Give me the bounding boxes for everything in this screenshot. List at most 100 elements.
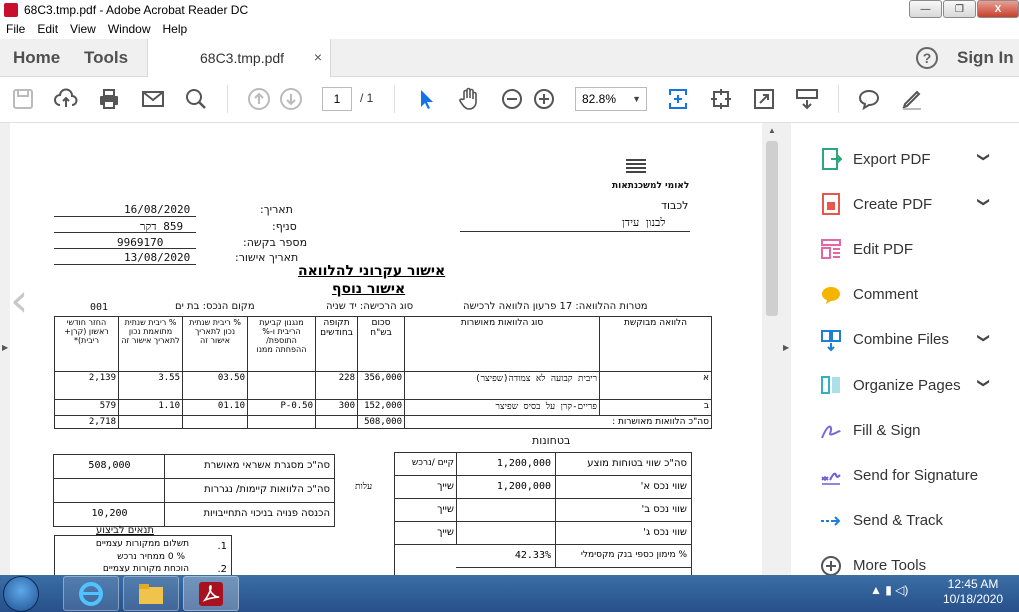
right-panel-grip[interactable]: ▶: [782, 123, 791, 575]
organize-pages-icon: [821, 376, 840, 394]
collateral-box: סה"כ שווי בטוחות מוצע 1,200,000 קיים /נר…: [355, 452, 692, 575]
ltv-label: % מימון כספי בנק מקסימלי: [555, 545, 691, 568]
start-button[interactable]: [3, 576, 39, 612]
internet-explorer-icon[interactable]: [63, 576, 119, 611]
approval-date-value: 13/08/2020: [124, 251, 191, 264]
scroll-up-icon[interactable]: ▲: [768, 126, 776, 135]
rotate-view-icon[interactable]: [708, 87, 734, 111]
tab-document[interactable]: 68C3.tmp.pdf ×: [147, 39, 331, 77]
ltv-value: 42.33%: [456, 545, 555, 568]
income-label: הכנסה פנויה בניכוי התחייבויות: [164, 503, 334, 527]
email-icon[interactable]: [140, 87, 166, 111]
scroll-mode-icon[interactable]: [794, 87, 820, 111]
close-window-button[interactable]: X: [977, 0, 1019, 18]
next-page-icon[interactable]: [278, 87, 304, 111]
upload-cloud-icon[interactable]: [53, 87, 79, 111]
loan-type: ריבית קבועה לא צמודה(שפיצר): [404, 371, 600, 400]
zoom-level-select[interactable]: 82.8% ▼: [575, 87, 647, 111]
loan-rate: 03.50: [182, 371, 248, 400]
comment-icon[interactable]: [856, 87, 882, 111]
left-panel-grip[interactable]: ▶: [0, 123, 10, 575]
highlight-pen-icon[interactable]: [899, 87, 925, 111]
vertical-scrollbar[interactable]: ▲: [762, 123, 782, 575]
date-label: תאריך:: [260, 203, 293, 216]
loan-index: א: [599, 371, 712, 400]
table-header: הלוואה מבוקשת: [599, 316, 712, 372]
menu-edit[interactable]: Edit: [37, 22, 58, 36]
tool-combine-files[interactable]: Combine Files ❯: [819, 325, 1009, 355]
tool-send-track[interactable]: Send & Track: [819, 506, 1009, 536]
tool-label: Create PDF: [853, 195, 933, 213]
maximize-button[interactable]: ❐: [943, 0, 976, 18]
file-explorer-icon[interactable]: [123, 576, 179, 611]
menu-view[interactable]: View: [70, 22, 96, 36]
chevron-down-icon[interactable]: ❯: [977, 197, 991, 207]
tool-organize-pages[interactable]: Organize Pages ❯: [819, 370, 1009, 400]
condition-2-number: 2.: [217, 564, 227, 575]
condition-2-text: הוכחת מקורות עצמיים: [102, 564, 189, 574]
clock[interactable]: 12:45 AM 10/18/2020: [943, 577, 1003, 607]
zoom-in-icon[interactable]: [531, 87, 557, 111]
window-title: 68C3.tmp.pdf - Adobe Acrobat Reader DC: [24, 2, 249, 17]
credit-frame-label: סה"כ מסגרת אשראי מאושרת: [164, 455, 334, 479]
property-a-label: שווי נכס א': [555, 476, 691, 499]
search-icon[interactable]: [183, 87, 209, 111]
property-c-value: [456, 522, 555, 545]
page-number-input[interactable]: 1: [322, 87, 352, 111]
clock-date: 10/18/2020: [943, 592, 1004, 606]
chevron-down-icon[interactable]: ❯: [977, 333, 991, 343]
loan-amount: 152,000: [357, 399, 405, 416]
combine-files-icon: [821, 329, 841, 352]
print-icon[interactable]: [96, 87, 122, 111]
chevron-down-icon[interactable]: ❯: [977, 152, 991, 162]
send-track-icon: [821, 515, 841, 526]
save-icon[interactable]: [10, 87, 36, 111]
tab-home[interactable]: Home: [13, 48, 60, 68]
tab-tools[interactable]: Tools: [84, 48, 128, 68]
zoom-out-icon[interactable]: [499, 87, 525, 111]
help-icon[interactable]: ?: [916, 47, 938, 69]
menu-window[interactable]: Window: [108, 22, 151, 36]
scrollbar-thumb[interactable]: [766, 141, 778, 316]
property-b-type: שייך: [395, 499, 458, 522]
document-area: ▶ לאומי למשכנתאות לכבוד לבנון עידן תאריך…: [0, 123, 791, 575]
fit-page-icon[interactable]: [665, 87, 691, 111]
bank-name: לאומי למשכנתאות: [612, 181, 690, 191]
menu-help[interactable]: Help: [163, 22, 188, 36]
acrobat-app-icon: [4, 2, 18, 17]
close-tab-icon[interactable]: ×: [314, 49, 322, 65]
previous-page-icon[interactable]: [246, 87, 272, 111]
tool-export-pdf[interactable]: Export PDF ❯: [819, 144, 1009, 174]
full-screen-icon[interactable]: [751, 87, 777, 111]
chevron-down-icon[interactable]: ❯: [977, 378, 991, 388]
tool-label: Fill & Sign: [853, 421, 921, 439]
collateral-total-value: 1,200,000: [456, 453, 555, 476]
bank-logo: [626, 159, 646, 175]
tool-label: Comment: [853, 286, 919, 304]
tool-send-for-signature[interactable]: Send for Signature: [819, 460, 1009, 490]
sign-in-button[interactable]: Sign In: [957, 48, 1014, 68]
total-amount: 508,000: [357, 415, 405, 429]
tool-comment[interactable]: Comment: [819, 280, 1009, 310]
empty-cell: [182, 415, 248, 429]
tool-fill-sign[interactable]: Fill & Sign: [819, 415, 1009, 445]
income-value: 10,200: [91, 508, 128, 519]
loan-mechanism: [247, 371, 316, 400]
approved-loans-table: הלוואה מבוקשת סוג הלוואות מאושרות סכום ב…: [54, 316, 712, 429]
select-cursor-icon[interactable]: [413, 87, 439, 111]
previous-page-arrow-icon[interactable]: ‹: [10, 273, 28, 327]
menu-file[interactable]: File: [6, 22, 25, 36]
acrobat-taskbar-icon[interactable]: [183, 576, 239, 611]
hand-tool-icon[interactable]: [456, 87, 482, 111]
tool-edit-pdf[interactable]: Edit PDF: [819, 234, 1009, 264]
tray-icons[interactable]: ▲ ▮ ◁): [870, 583, 908, 597]
tool-create-pdf[interactable]: Create PDF ❯: [819, 189, 1009, 219]
tool-label: More Tools: [853, 557, 927, 575]
document-tab-label: 68C3.tmp.pdf: [200, 50, 285, 66]
table-header: החזר חודשי ראשון (קרן+ ריבית)*: [54, 316, 119, 372]
minimize-button[interactable]: —: [909, 0, 942, 18]
condition-percent: % 0 ממחיר נרכש: [117, 552, 185, 562]
request-number-label: מספר בקשה:: [243, 236, 308, 249]
purchase-type: סוג הרכישה: יד שניה: [326, 301, 414, 312]
loan-period: 228: [315, 371, 358, 400]
